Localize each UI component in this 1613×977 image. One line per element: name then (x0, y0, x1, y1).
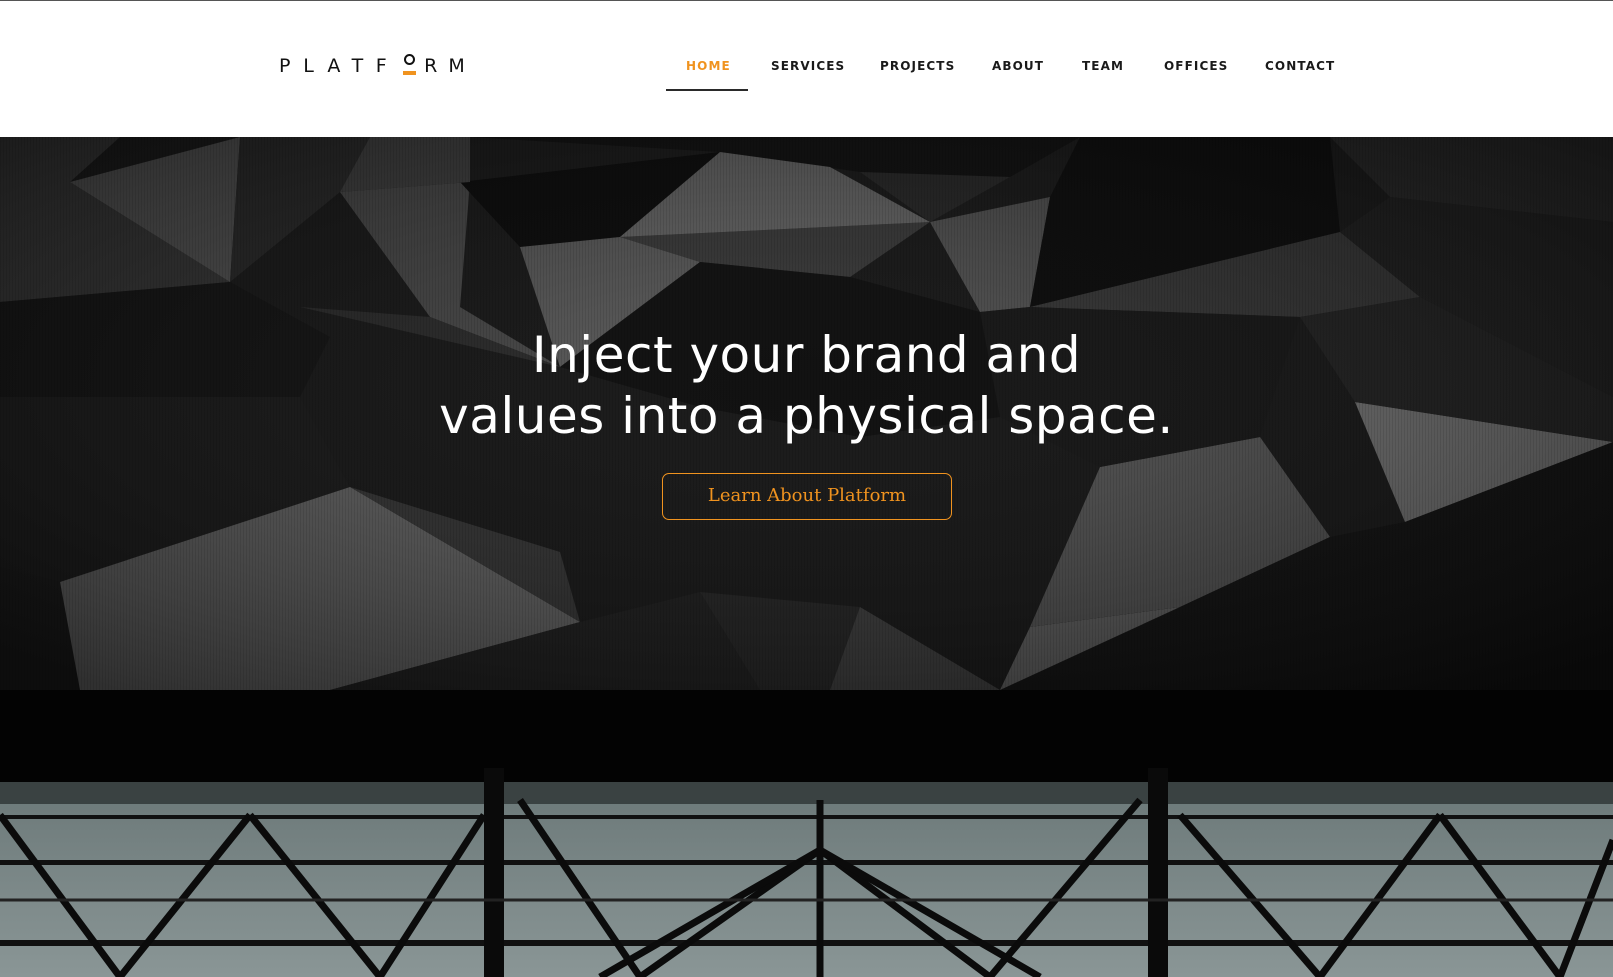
nav-item-contact[interactable]: CONTACT (1265, 1, 1335, 91)
truss-image-section (0, 690, 1613, 977)
nav-item-offices[interactable]: OFFICES (1164, 1, 1228, 91)
nav-item-home[interactable]: HOME (686, 1, 731, 91)
nav-item-projects[interactable]: PROJECTS (880, 1, 955, 91)
hero-headline-line2: values into a physical space. (439, 387, 1174, 445)
site-header: P L A T F R M HOME SERVICES PROJECTS ABO… (0, 0, 1613, 137)
truss-roof-image (0, 690, 1613, 977)
hero-headline-line1: Inject your brand and (531, 326, 1082, 384)
learn-about-platform-button[interactable]: Learn About Platform (662, 473, 952, 520)
active-nav-underline (666, 89, 748, 91)
hero-section: Inject your brand and values into a phys… (0, 137, 1613, 690)
nav-item-team[interactable]: TEAM (1082, 1, 1124, 91)
main-navigation: HOME SERVICES PROJECTS ABOUT TEAM OFFICE… (0, 1, 1613, 138)
hero-headline: Inject your brand and values into a phys… (0, 325, 1613, 447)
nav-item-about[interactable]: ABOUT (992, 1, 1044, 91)
nav-item-services[interactable]: SERVICES (771, 1, 845, 91)
